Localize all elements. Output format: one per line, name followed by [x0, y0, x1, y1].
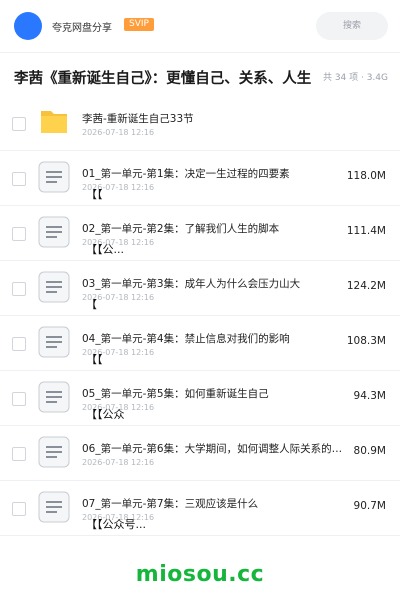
row-checkbox[interactable]: [12, 447, 26, 461]
file-size: 80.9M: [353, 445, 386, 457]
avatar[interactable]: [14, 12, 42, 40]
file-size: 90.7M: [353, 500, 386, 512]
file-row[interactable]: 05_第一单元-第5集：如何重新诞生自己 2026-07-18 12:16 94.3…: [0, 371, 400, 426]
row-checkbox[interactable]: [12, 227, 26, 241]
row-checkbox[interactable]: [12, 282, 26, 296]
document-icon: [38, 326, 70, 358]
file-row[interactable]: 07_第一单元-第7集：三观应该是什么 2026-07-18 12:16 90.7M…: [0, 481, 400, 536]
document-icon: [38, 491, 70, 523]
document-icon: [38, 161, 70, 193]
file-name[interactable]: 07_第一单元-第7集：三观应该是什么: [82, 496, 344, 511]
file-name[interactable]: 03_第一单元-第3集：成年人为什么会压力山大: [82, 276, 344, 291]
folder-header: 李茜《重新诞生自己》：更懂自己、关系、人生 共 34 项 · 3.4G: [0, 53, 400, 99]
overlay-text: 【【公众号...: [86, 518, 146, 531]
overlay-text: 【【公...: [86, 243, 124, 256]
file-row[interactable]: 04_第一单元-第4集：禁止信息对我们的影响 2026-07-18 12:16 10…: [0, 316, 400, 371]
folder-meta: 共 34 项 · 3.4G: [322, 73, 388, 83]
document-icon: [38, 436, 70, 468]
overlay-text: 【【公众: [86, 408, 125, 421]
file-row[interactable]: 李茜-重新诞生自己33节 2026-07-18 12:16: [0, 96, 400, 151]
row-checkbox[interactable]: [12, 337, 26, 351]
row-checkbox[interactable]: [12, 172, 26, 186]
file-name[interactable]: 李茜-重新诞生自己33节: [82, 111, 344, 126]
file-row[interactable]: 03_第一单元-第3集：成年人为什么会压力山大 2026-07-18 12:16 1…: [0, 261, 400, 316]
file-size: 94.3M: [353, 390, 386, 402]
file-name[interactable]: 04_第一单元-第4集：禁止信息对我们的影响: [82, 331, 344, 346]
brand-name: 夸克网盘分享: [52, 23, 112, 34]
file-size: 118.0M: [346, 170, 386, 182]
page-title: 李茜《重新诞生自己》：更懂自己、关系、人生: [14, 71, 312, 87]
overlay-text: 【: [86, 298, 97, 311]
document-icon: [38, 271, 70, 303]
svip-badge: SVIP: [124, 18, 154, 31]
file-name[interactable]: 02_第一单元-第2集：了解我们人生的脚本: [82, 221, 344, 236]
search-button[interactable]: 搜索: [316, 12, 388, 40]
file-name[interactable]: 01_第一单元-第1集：决定一生过程的四要素: [82, 166, 344, 181]
folder-icon: [38, 106, 70, 138]
file-size: 124.2M: [346, 280, 386, 292]
watermark-text: miosou.cc: [135, 562, 265, 587]
file-date: 2026-07-18 12:16: [82, 458, 155, 467]
file-row[interactable]: 02_第一单元-第2集：了解我们人生的脚本 2026-07-18 12:16 111…: [0, 206, 400, 261]
row-checkbox[interactable]: [12, 117, 26, 131]
file-size: 111.4M: [346, 225, 386, 237]
document-icon: [38, 216, 70, 248]
row-checkbox[interactable]: [12, 392, 26, 406]
file-date: 2026-07-18 12:16: [82, 128, 155, 137]
overlay-text: 【【: [86, 353, 103, 366]
document-icon: [38, 381, 70, 413]
overlay-text: 【【: [86, 188, 103, 201]
row-checkbox[interactable]: [12, 502, 26, 516]
file-list: 李茜-重新诞生自己33节 2026-07-18 12:16 01_第一单元-第1集：…: [0, 96, 400, 536]
file-name[interactable]: 06_第一单元-第6集：大学期间，如何调整人际关系的相处模式: [82, 441, 344, 456]
file-size: 108.3M: [346, 335, 386, 347]
file-row[interactable]: 01_第一单元-第1集：决定一生过程的四要素 2026-07-18 12:16 11…: [0, 151, 400, 206]
file-name[interactable]: 05_第一单元-第5集：如何重新诞生自己: [82, 386, 344, 401]
file-row[interactable]: 06_第一单元-第6集：大学期间，如何调整人际关系的相处模式 2026-07-18…: [0, 426, 400, 481]
app-header: 夸克网盘分享 SVIP 搜索: [0, 0, 400, 52]
